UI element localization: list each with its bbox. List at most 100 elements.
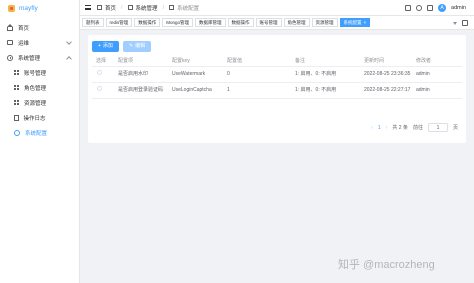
- chevron-down-icon[interactable]: [453, 21, 457, 25]
- settings-icon[interactable]: [427, 5, 434, 11]
- sidebar-item-label: 角色管理: [24, 85, 47, 92]
- edit-button[interactable]: ✎ 编辑: [122, 41, 152, 52]
- config-value: 0: [223, 66, 291, 83]
- app-name: mayfly: [19, 4, 38, 12]
- avatar[interactable]: A: [438, 4, 447, 12]
- gear-icon: [127, 5, 133, 10]
- column-header: 配置key: [168, 56, 223, 67]
- sidebar-item-label: 首页: [18, 25, 30, 32]
- row-radio[interactable]: [97, 70, 102, 75]
- tag-item[interactable]: 题列表: [82, 18, 104, 27]
- sidebar-item-label: 运维: [18, 40, 30, 47]
- config-name: 是否启用登录验证码: [114, 82, 168, 99]
- monitor-icon: [7, 40, 13, 45]
- theme-icon[interactable]: [416, 5, 423, 11]
- tags-view: 题列表 redis管理 数据操作 Mongo管理 数据库管理 数据操作 账号管理…: [80, 16, 474, 30]
- home-icon: [7, 23, 13, 31]
- sidebar-item-label: 系统配置: [25, 130, 48, 137]
- page-jump-input[interactable]: 1: [427, 123, 448, 132]
- edit-button-label: 编辑: [135, 43, 146, 49]
- config-value: 1: [223, 82, 291, 99]
- add-button[interactable]: + 添加: [92, 41, 119, 52]
- menu-toggle-icon[interactable]: [85, 5, 91, 10]
- chevron-left-icon[interactable]: ‹: [371, 125, 373, 131]
- sidebar-item-label: 系统管理: [18, 55, 41, 62]
- grid-icon: [14, 85, 19, 90]
- tag-item[interactable]: redis管理: [105, 18, 133, 27]
- fullscreen-icon[interactable]: [462, 20, 468, 26]
- column-header: 更新时间: [360, 56, 412, 67]
- breadcrumb-item[interactable]: 首页: [105, 4, 116, 12]
- chevron-down-icon: [66, 39, 72, 45]
- sidebar-item-label: 操作日志: [23, 115, 46, 122]
- logo-icon: [8, 4, 15, 12]
- sidebar-item-logs[interactable]: 操作日志: [0, 110, 79, 125]
- user-name[interactable]: admin: [451, 5, 466, 11]
- tag-item[interactable]: 账号管理: [255, 18, 282, 27]
- page-suffix: 页: [452, 125, 458, 131]
- watermark: 知乎 @macrozheng: [338, 259, 435, 271]
- modifier: admin: [412, 66, 462, 83]
- column-header: 修改者: [412, 56, 462, 67]
- sidebar-item-accounts[interactable]: 账号管理: [0, 65, 79, 80]
- tag-item[interactable]: Mongo管理: [162, 18, 194, 27]
- tag-item[interactable]: 资源管理: [311, 18, 338, 27]
- column-header: 配置项: [114, 56, 168, 67]
- updated-time: 2022-08-25 22:27:17: [360, 82, 412, 99]
- settings-icon: [169, 5, 175, 10]
- tag-item[interactable]: 角色管理: [283, 18, 310, 27]
- tag-item[interactable]: 数据操作: [134, 18, 161, 27]
- fullscreen-icon[interactable]: [405, 5, 412, 11]
- config-key: UseWatermark: [168, 66, 223, 83]
- column-header: 配置值: [223, 56, 291, 67]
- sidebar: mayfly 首页 运维 系统管理 账号管理 角色管理 资源管理 操作日志 系统…: [0, 0, 80, 283]
- breadcrumb-current: 系统配置: [177, 5, 200, 12]
- sidebar-item-label: 账号管理: [24, 70, 47, 77]
- breadcrumb-item[interactable]: 系统管理: [136, 4, 158, 12]
- sidebar-menu: 首页 运维 系统管理 账号管理 角色管理 资源管理 操作日志 系统配置: [0, 20, 79, 140]
- app-logo[interactable]: mayfly: [0, 0, 79, 16]
- page-number[interactable]: 1: [378, 125, 381, 131]
- column-header: 选择: [92, 56, 114, 67]
- plus-icon: +: [98, 43, 101, 49]
- total-count: 共 2 条: [392, 125, 408, 131]
- header-actions: A admin: [405, 0, 466, 16]
- close-icon[interactable]: ×: [364, 20, 367, 25]
- sidebar-item-label: 资源管理: [24, 100, 47, 107]
- document-icon: [14, 114, 19, 121]
- pagination: ‹ 1 › 共 2 条 前往 1 页: [371, 123, 458, 132]
- jump-label: 前往: [412, 125, 423, 131]
- gear-icon: [7, 54, 13, 61]
- sidebar-item-roles[interactable]: 角色管理: [0, 80, 79, 95]
- config-name: 是否启用水印: [114, 66, 168, 83]
- tag-item[interactable]: 数据操作: [227, 18, 254, 27]
- config-card: + 添加 ✎ 编辑 选择 配置项 配置key 配置值 备注 更新时间 修改者 是…: [88, 35, 466, 143]
- home-icon: [97, 5, 102, 10]
- updated-time: 2022-08-25 23:36:35: [360, 66, 412, 83]
- table-row[interactable]: 是否启用登录验证码 UseLoginCaptcha 1 1: 启用、0: 不启用…: [92, 82, 462, 99]
- sidebar-item-resources[interactable]: 资源管理: [0, 95, 79, 110]
- breadcrumb: 首页 / 系统管理 / 系统配置: [97, 4, 199, 12]
- sidebar-item-system[interactable]: 系统管理: [0, 50, 79, 65]
- tag-label: 系统配置: [343, 20, 362, 25]
- select-cell: [92, 82, 114, 99]
- table-row[interactable]: 是否启用水印 UseWatermark 0 1: 启用、0: 不启用 2022-…: [92, 66, 462, 83]
- config-key: UseLoginCaptcha: [168, 82, 223, 99]
- sidebar-item-ops[interactable]: 运维: [0, 35, 79, 50]
- tags-actions: [450, 19, 468, 27]
- row-radio[interactable]: [97, 86, 102, 91]
- modifier: admin: [412, 82, 462, 99]
- select-cell: [92, 66, 114, 83]
- toolbar: + 添加 ✎ 编辑: [92, 41, 152, 52]
- edit-icon: ✎: [128, 43, 134, 49]
- tag-item-active[interactable]: 系统配置 ×: [339, 18, 371, 27]
- grid-icon: [14, 100, 19, 105]
- tag-item[interactable]: 数据库管理: [195, 18, 226, 27]
- config-remark: 1: 启用、0: 不启用: [291, 82, 360, 99]
- grid-icon: [14, 70, 19, 75]
- sidebar-item-config[interactable]: 系统配置: [0, 125, 79, 140]
- column-header: 备注: [291, 56, 360, 67]
- breadcrumb-separator: /: [121, 4, 123, 11]
- sidebar-item-home[interactable]: 首页: [0, 20, 79, 35]
- chevron-right-icon[interactable]: ›: [386, 125, 388, 131]
